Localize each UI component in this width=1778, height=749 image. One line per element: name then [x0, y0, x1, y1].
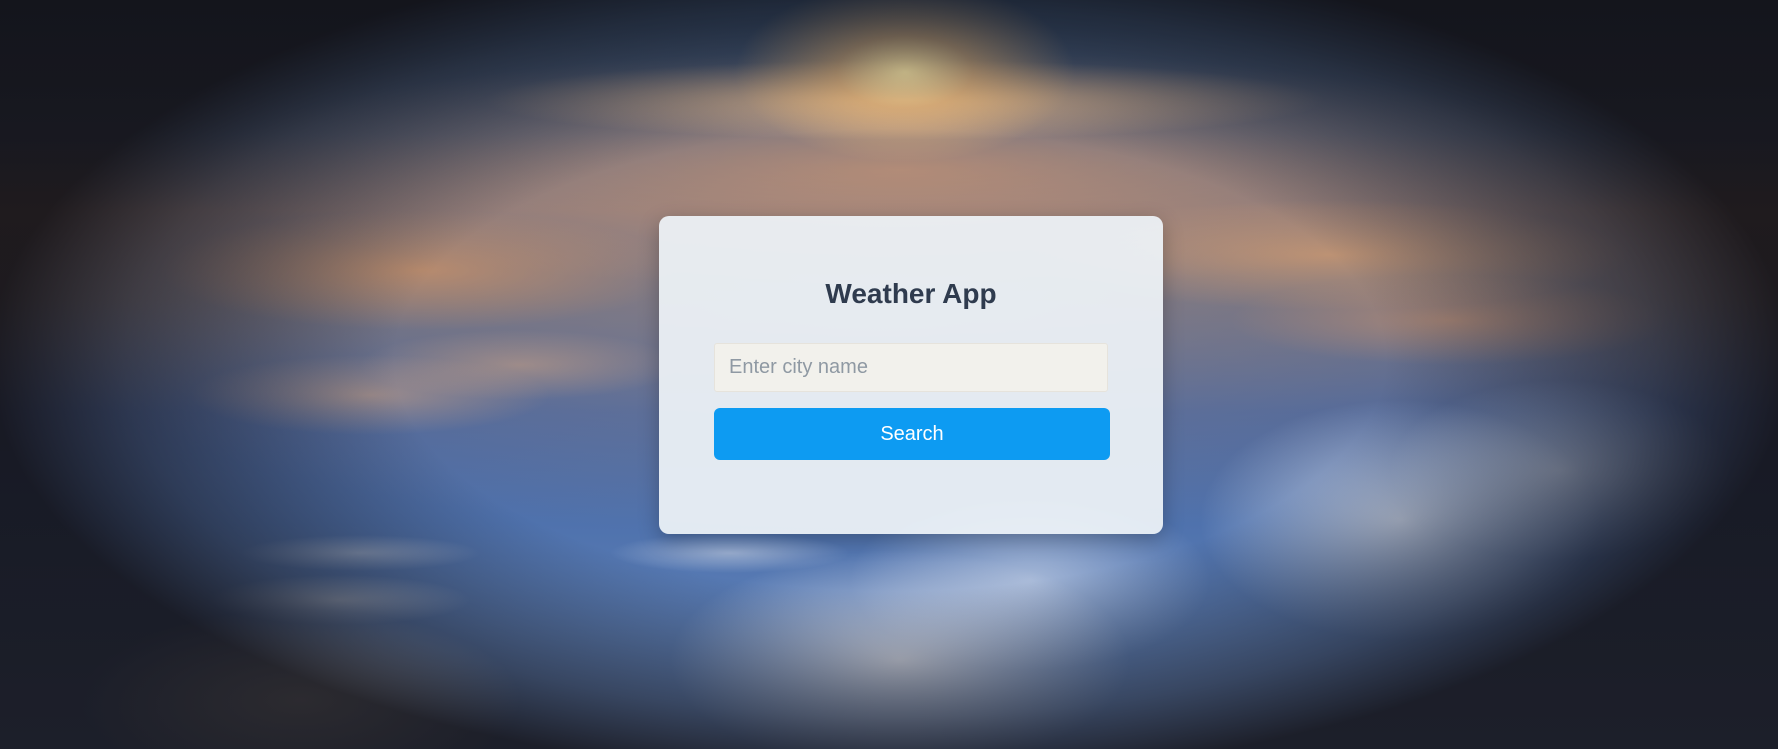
weather-card: Weather App Search — [659, 216, 1163, 534]
city-search-input[interactable] — [714, 343, 1108, 392]
app-title: Weather App — [825, 278, 997, 309]
search-button[interactable]: Search — [714, 408, 1110, 460]
sky-background: Weather App Search — [0, 0, 1778, 749]
